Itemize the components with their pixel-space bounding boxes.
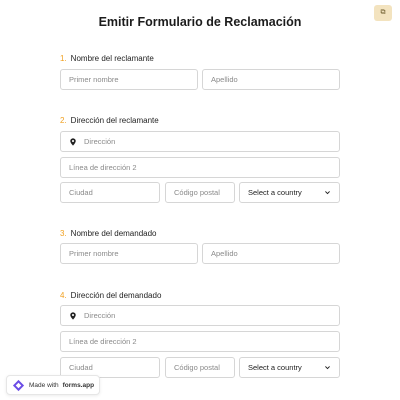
chevron-down-icon [324, 364, 331, 371]
claimant-country-select[interactable]: Select a country [239, 182, 340, 203]
claimant-address-input[interactable]: Dirección [60, 131, 340, 152]
section-label-respondent-name: 3. Nombre del demandado [60, 229, 157, 238]
claimant-last-name-input[interactable]: Apellido [202, 69, 340, 90]
map-pin-icon [69, 311, 77, 320]
forms-app-logo-icon [12, 379, 25, 392]
section-label-respondent-address: 4. Dirección del demandado [60, 291, 162, 300]
claimant-first-name-input[interactable]: Primer nombre [60, 69, 198, 90]
respondent-country-select[interactable]: Select a country [239, 357, 340, 378]
section-label-claimant-name: 1. Nombre del reclamante [60, 54, 154, 63]
respondent-address-input[interactable]: Dirección [60, 305, 340, 326]
page-title: Emitir Formulario de Reclamación [98, 15, 302, 29]
respondent-last-name-input[interactable]: Apellido [202, 243, 340, 264]
chevron-down-icon [324, 189, 331, 196]
claimant-postal-code-input[interactable]: Código postal [165, 182, 235, 203]
claimant-city-input[interactable]: Ciudad [60, 182, 160, 203]
respondent-address-line2-input[interactable]: Línea de dirección 2 [60, 331, 340, 352]
respondent-postal-code-input[interactable]: Código postal [165, 357, 235, 378]
made-with-forms-app-badge[interactable]: Made with forms.app [6, 375, 101, 395]
claimant-address-line2-input[interactable]: Línea de dirección 2 [60, 157, 340, 178]
map-pin-icon [69, 137, 77, 146]
respondent-first-name-input[interactable]: Primer nombre [60, 243, 198, 264]
section-label-claimant-address: 2. Dirección del reclamante [60, 116, 159, 125]
